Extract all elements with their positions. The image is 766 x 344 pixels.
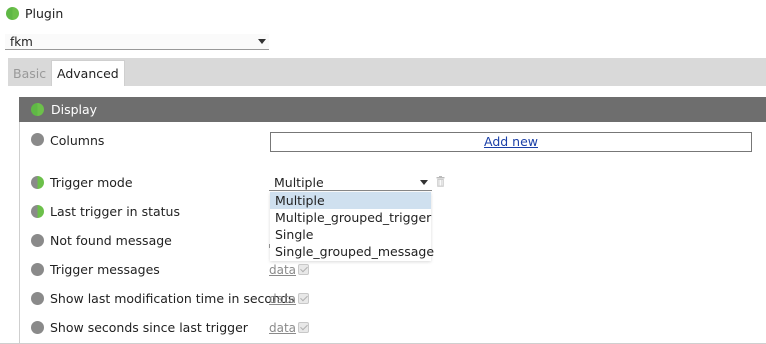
columns-add-new-field: Add new bbox=[270, 132, 752, 152]
trigger-mode-select[interactable]: Multiple bbox=[269, 174, 432, 191]
tab-advanced[interactable]: Advanced bbox=[51, 60, 125, 86]
show-last-mod-status-icon bbox=[31, 292, 44, 305]
trigger-mode-status-icon bbox=[31, 176, 44, 189]
plugin-status-icon bbox=[6, 7, 19, 20]
last-trigger-status-icon bbox=[31, 205, 44, 218]
section-header-display[interactable]: Display bbox=[19, 97, 766, 122]
last-trigger-in-status-label: Last trigger in status bbox=[50, 204, 180, 219]
tab-bar: Basic Advanced bbox=[8, 58, 766, 86]
show-last-mod-checkbox[interactable] bbox=[298, 293, 309, 304]
trigger-messages-status-icon bbox=[31, 263, 44, 276]
show-seconds-checkbox[interactable] bbox=[298, 322, 309, 333]
section-status-icon bbox=[31, 103, 44, 116]
trash-icon[interactable] bbox=[436, 176, 445, 187]
plugin-select-value: fkm bbox=[10, 35, 33, 49]
add-new-link[interactable]: Add new bbox=[484, 134, 538, 149]
trigger-mode-value: Multiple bbox=[274, 175, 324, 190]
chevron-down-icon bbox=[258, 39, 266, 44]
show-last-mod-data-link[interactable]: data bbox=[269, 292, 296, 306]
show-seconds-data-link[interactable]: data bbox=[269, 321, 296, 335]
plugin-title: Plugin bbox=[25, 6, 64, 21]
show-last-mod-time-label: Show last modification time in seconds bbox=[50, 291, 295, 306]
show-seconds-status-icon bbox=[31, 321, 44, 334]
tab-basic[interactable]: Basic bbox=[8, 61, 51, 86]
plugin-select[interactable]: fkm bbox=[5, 34, 269, 50]
trigger-messages-data-link[interactable]: data bbox=[269, 263, 296, 277]
show-seconds-since-label: Show seconds since last trigger bbox=[50, 320, 248, 335]
option-single[interactable]: Single bbox=[270, 226, 431, 243]
section-title: Display bbox=[51, 102, 98, 117]
chevron-down-icon bbox=[420, 180, 428, 185]
option-single-grouped-message[interactable]: Single_grouped_message bbox=[270, 243, 434, 260]
trigger-mode-dropdown: Multiple Multiple_grouped_trigger Single… bbox=[270, 192, 434, 261]
trigger-messages-checkbox[interactable] bbox=[298, 264, 309, 275]
option-multiple[interactable]: Multiple bbox=[270, 192, 431, 209]
not-found-message-label: Not found message bbox=[50, 233, 172, 248]
option-multiple-grouped-trigger[interactable]: Multiple_grouped_trigger bbox=[270, 209, 431, 226]
columns-status-icon bbox=[31, 133, 44, 146]
not-found-status-icon bbox=[31, 234, 44, 247]
trigger-mode-label: Trigger mode bbox=[50, 175, 133, 190]
columns-label: Columns bbox=[50, 133, 105, 148]
trigger-messages-label: Trigger messages bbox=[50, 262, 160, 277]
